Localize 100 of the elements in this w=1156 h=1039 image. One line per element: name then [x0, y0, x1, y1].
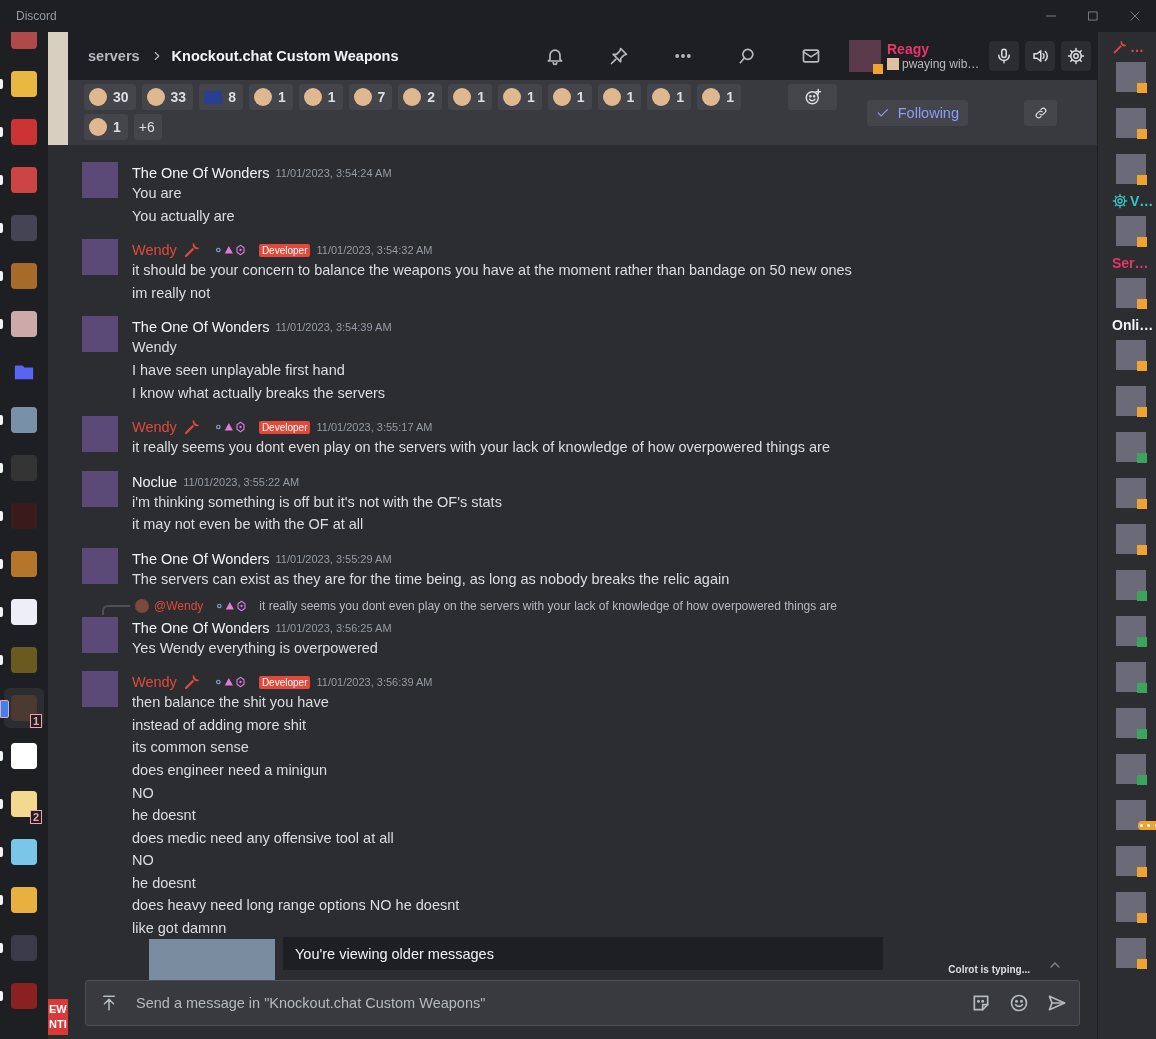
member-avatar[interactable] — [1116, 340, 1146, 370]
reaction-chip[interactable]: 33 — [141, 84, 194, 110]
message-text: i'm thinking something is off but it's not with the OF's stats — [132, 492, 502, 512]
reaction-chip[interactable]: 1 — [298, 84, 343, 110]
add-reaction-button[interactable] — [788, 84, 837, 110]
more-reactions-button[interactable]: +6 — [133, 114, 162, 140]
breadcrumb-link[interactable]: servers — [88, 48, 140, 64]
member-avatar[interactable] — [1116, 662, 1146, 692]
inbox-icon[interactable] — [801, 46, 821, 66]
reaction-chip[interactable]: 1 — [697, 84, 741, 110]
reaction-chip[interactable]: 1 — [597, 84, 642, 110]
author-name[interactable]: The One Of Wonders — [132, 549, 270, 568]
reaction-chip[interactable]: 2 — [398, 84, 443, 110]
member-avatar[interactable] — [1116, 62, 1146, 92]
upload-icon[interactable] — [100, 994, 118, 1012]
sticker-icon[interactable] — [971, 993, 991, 1013]
timestamp: 11/01/2023, 3:55:29 AM — [275, 551, 392, 567]
author-name[interactable]: Wendy — [132, 418, 177, 437]
speaker-button[interactable] — [1025, 41, 1055, 71]
reply-avatar — [135, 598, 149, 613]
reply-line — [102, 604, 130, 615]
message-text: Wendy — [132, 338, 178, 358]
emoji-icon — [502, 88, 521, 106]
message-text: NO — [132, 851, 155, 871]
member-avatar[interactable] — [1116, 524, 1146, 554]
member-avatar[interactable] — [1116, 892, 1146, 922]
older-messages-banner[interactable]: You're viewing older messages — [283, 937, 883, 970]
author-name[interactable]: Wendy — [132, 673, 177, 692]
status-emoji-icon — [887, 58, 899, 70]
emoji-icon[interactable] — [1009, 993, 1029, 1013]
pin-icon[interactable] — [609, 46, 629, 66]
reaction-chip[interactable]: 30 — [84, 84, 136, 110]
reaction-chip[interactable]: 1 — [647, 84, 692, 110]
message-text: im really not — [132, 283, 212, 303]
timestamp: 11/01/2023, 3:56:25 AM — [275, 620, 392, 636]
search-icon[interactable] — [737, 46, 757, 66]
author-name[interactable]: The One Of Wonders — [132, 318, 270, 337]
settings-button[interactable] — [1061, 41, 1091, 71]
reaction-chip[interactable]: 1 — [547, 84, 592, 110]
reaction-chip[interactable]: 8 — [199, 84, 243, 110]
member-avatar[interactable] — [1116, 216, 1146, 246]
member-avatar[interactable] — [1116, 754, 1146, 784]
settings-icon — [1067, 47, 1085, 65]
member-avatar[interactable] — [1116, 846, 1146, 876]
channel-title: Knockout.chat Custom Weapons — [171, 48, 399, 64]
reaction-chip[interactable]: 1 — [448, 84, 492, 110]
member-avatar[interactable] — [1116, 570, 1146, 600]
following-button[interactable]: Following — [867, 100, 968, 126]
message-composer[interactable]: Send a message in "Knockout.chat Custom Weapons" — [85, 980, 1080, 1026]
member-avatar[interactable] — [1116, 432, 1146, 462]
message-input-field[interactable]: Send a message in "Knockout.chat Custom Weapons" — [134, 994, 955, 1012]
message-text: does engineer need a minigun — [132, 760, 329, 780]
author-name[interactable]: The One Of Wonders — [132, 164, 270, 182]
member-avatar[interactable] — [1116, 154, 1146, 184]
message-text: its common sense — [132, 738, 250, 758]
reply-author[interactable]: @Wendy — [154, 596, 204, 615]
member-avatar[interactable] — [1116, 938, 1146, 968]
message-text: does heavy need long range options NO he doesnt — [132, 896, 460, 916]
microphone-button[interactable] — [989, 41, 1019, 71]
role-heading: Onli… — [1112, 317, 1154, 333]
user-avatar[interactable] — [849, 40, 881, 72]
bell-icon[interactable] — [545, 46, 565, 66]
member-avatar[interactable] — [1116, 386, 1146, 416]
author-name[interactable]: The One Of Wonders — [132, 618, 270, 637]
reaction-chip[interactable]: 1 — [248, 84, 293, 110]
message-text: like got damnn — [132, 919, 228, 939]
author-name[interactable]: Noclue — [132, 472, 178, 491]
message-text: it should be your concern to balance the weapons you have at the moment rather than bandage on 50 new ones — [132, 261, 852, 281]
emoji-icon — [146, 88, 165, 106]
member-avatar[interactable] — [1116, 616, 1146, 646]
reaction-chip[interactable]: 7 — [348, 84, 393, 110]
author-name[interactable]: Wendy — [132, 241, 177, 260]
reply-preview[interactable]: it really seems you dont even play on the servers with your lack of knowledge of how overpowered things are — [259, 596, 837, 615]
add-emoji-icon — [803, 88, 822, 106]
typing-indicator: Colrot is typing... — [948, 964, 1030, 975]
microphone-icon — [995, 47, 1013, 65]
role-heading: … — [1130, 39, 1144, 55]
member-avatar[interactable] — [1116, 108, 1146, 138]
copy-link-button[interactable] — [1024, 100, 1057, 126]
member-avatar[interactable] — [1116, 478, 1146, 508]
send-icon[interactable] — [1047, 993, 1067, 1013]
reaction-chip[interactable]: 1 — [497, 84, 542, 110]
timestamp: 11/01/2023, 3:54:24 AM — [275, 166, 392, 181]
flag-icon — [204, 90, 223, 104]
emoji-icon — [552, 88, 571, 106]
role-heading: Ser… — [1112, 255, 1149, 271]
emoji-icon — [652, 88, 671, 106]
speaker-icon — [1031, 47, 1049, 65]
role-tag: Developer — [258, 420, 311, 434]
message-text: then balance the shit you have — [132, 693, 330, 713]
mention-count: 2 — [29, 810, 42, 824]
window-title: Discord — [16, 9, 58, 23]
member-avatar[interactable] — [1116, 708, 1146, 738]
message-text: You are — [132, 184, 183, 203]
member-avatar[interactable] — [1116, 278, 1146, 308]
message-text: he doesnt — [132, 873, 197, 893]
reaction-chip[interactable]: 1 — [84, 114, 128, 140]
emoji-icon — [89, 118, 107, 136]
message-text: it may not even be with the OF at all — [132, 515, 365, 535]
member-avatar[interactable] — [1116, 800, 1146, 830]
